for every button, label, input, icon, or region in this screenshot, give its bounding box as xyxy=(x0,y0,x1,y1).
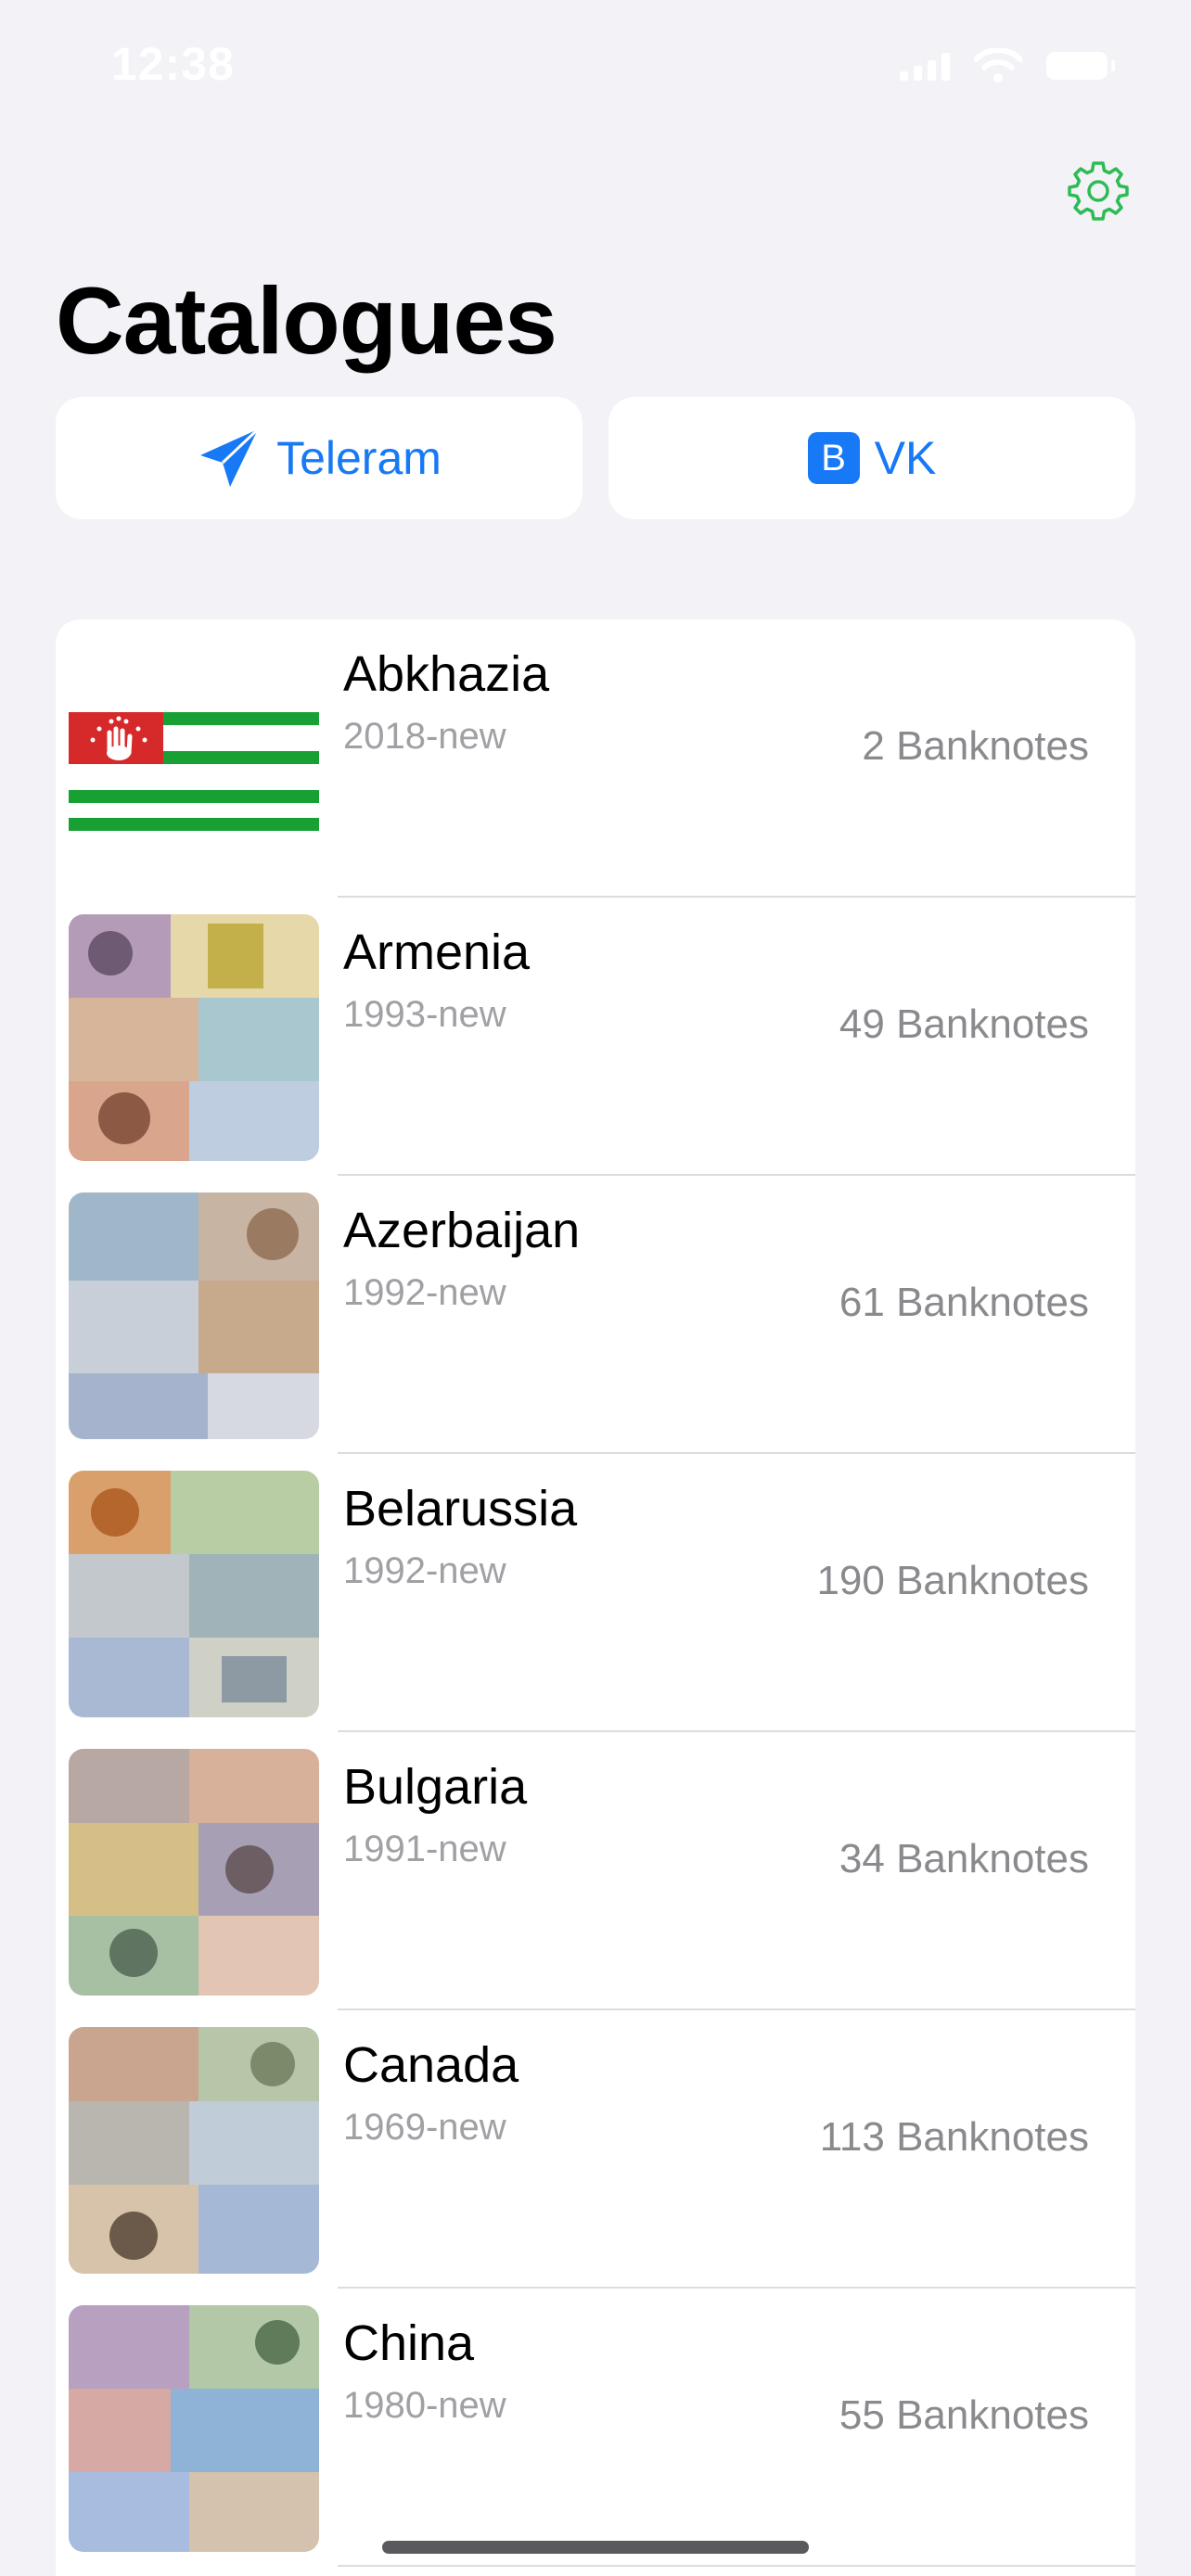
catalogue-row-azerbaijan[interactable]: Azerbaijan 1992-new 61 Banknotes xyxy=(56,1176,1135,1454)
status-time: 12:38 xyxy=(111,38,235,90)
catalogue-name: Bulgaria xyxy=(343,1759,528,1815)
catalogue-banknote-count: 34 Banknotes xyxy=(839,1836,1089,1881)
catalogue-years: 2018-new xyxy=(343,716,506,757)
catalogue-row-canada[interactable]: Canada 1969-new 113 Banknotes xyxy=(56,2010,1135,2289)
catalogue-banknote-count: 55 Banknotes xyxy=(839,2392,1089,2438)
catalogue-name: Armenia xyxy=(343,925,531,980)
telegram-button[interactable]: Teleram xyxy=(56,397,583,519)
status-bar: 12:38 xyxy=(0,0,1191,130)
row-divider xyxy=(338,2565,1135,2567)
catalogue-name: Azerbaijan xyxy=(343,1203,581,1258)
catalogue-years: 1993-new xyxy=(343,994,506,1035)
telegram-plane-icon xyxy=(200,427,260,487)
catalogue-row-armenia[interactable]: Armenia 1993-new 49 Banknotes xyxy=(56,898,1135,1176)
catalogue-banknote-count: 61 Banknotes xyxy=(839,1280,1089,1325)
banknote-collage-thumbnail xyxy=(69,1749,319,1996)
catalogue-years: 1992-new xyxy=(343,1272,506,1313)
catalogue-name: Abkhazia xyxy=(343,646,550,702)
catalogue-list: Abkhazia 2018-new 2 Banknotes Armenia 19… xyxy=(56,619,1135,2576)
telegram-button-label: Teleram xyxy=(276,432,442,484)
banknote-collage-thumbnail xyxy=(69,914,319,1161)
catalogue-name: Canada xyxy=(343,2037,519,2093)
status-icons xyxy=(900,48,1115,83)
cellular-signal-icon xyxy=(900,51,950,81)
catalogue-row-bulgaria[interactable]: Bulgaria 1991-new 34 Banknotes xyxy=(56,1732,1135,2010)
catalogue-years: 1992-new xyxy=(343,1550,506,1591)
vk-button[interactable]: B VK xyxy=(608,397,1135,519)
catalogue-banknote-count: 2 Banknotes xyxy=(862,723,1089,769)
catalogue-row-china[interactable]: China 1980-new 55 Banknotes xyxy=(56,2289,1135,2567)
catalogue-row-abkhazia[interactable]: Abkhazia 2018-new 2 Banknotes xyxy=(56,619,1135,898)
catalogue-years: 1991-new xyxy=(343,1829,506,1869)
catalogue-banknote-count: 113 Banknotes xyxy=(819,2114,1089,2160)
abkhazia-flag-thumbnail xyxy=(69,636,319,883)
wifi-icon xyxy=(974,48,1022,83)
banknote-collage-thumbnail xyxy=(69,1471,319,1717)
catalogue-years: 1969-new xyxy=(343,2107,506,2148)
vk-logo-icon: B xyxy=(807,432,860,484)
catalogue-name: Belarussia xyxy=(343,1481,578,1537)
home-indicator[interactable] xyxy=(382,2541,809,2554)
catalogue-banknote-count: 190 Banknotes xyxy=(816,1558,1089,1603)
catalogue-years: 1980-new xyxy=(343,2385,506,2426)
catalogue-name: China xyxy=(343,2315,475,2371)
banknote-collage-thumbnail xyxy=(69,2305,319,2552)
page-title: Catalogues xyxy=(56,268,557,374)
vk-button-label: VK xyxy=(874,432,937,484)
catalogue-row-belarussia[interactable]: Belarussia 1992-new 190 Banknotes xyxy=(56,1454,1135,1732)
banknote-collage-thumbnail xyxy=(69,1192,319,1439)
banknote-collage-thumbnail xyxy=(69,2027,319,2274)
catalogue-banknote-count: 49 Banknotes xyxy=(839,1001,1089,1047)
battery-icon xyxy=(1046,52,1115,80)
settings-gear-icon[interactable] xyxy=(1065,158,1132,224)
